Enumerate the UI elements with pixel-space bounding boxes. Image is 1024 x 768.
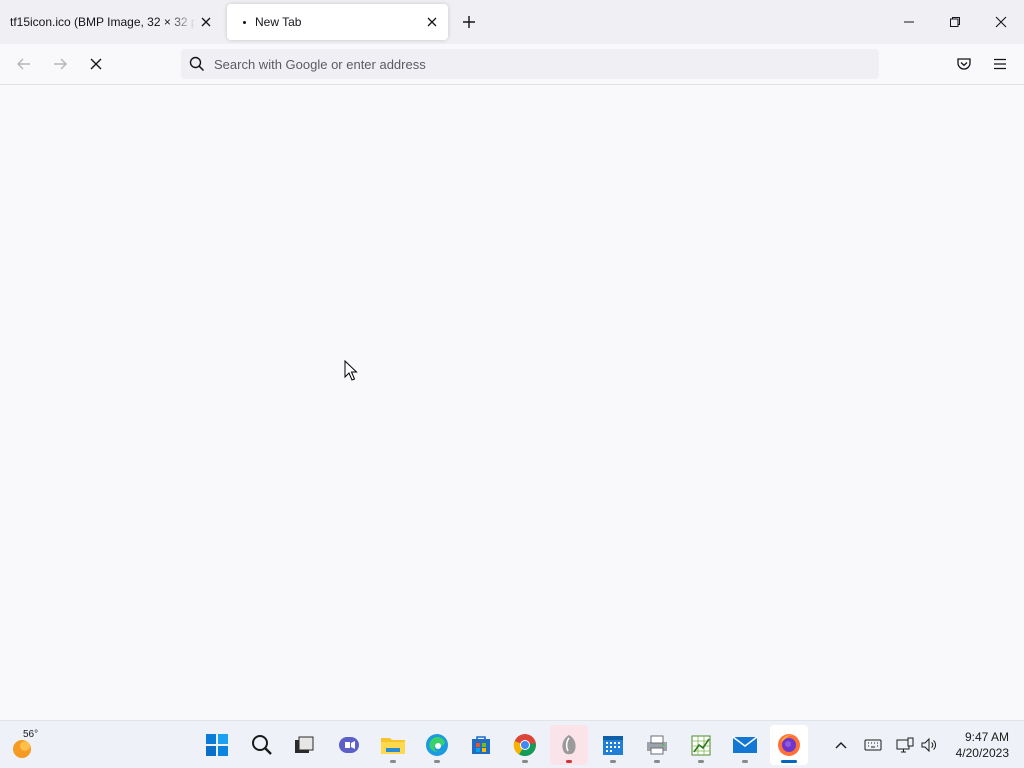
loading-dot-icon — [243, 20, 246, 24]
running-indicator — [610, 760, 616, 763]
taskbar: 56° 9:47 AM 4/20/2023 — [0, 720, 1024, 768]
teams-chat-icon — [339, 737, 359, 753]
stop-loading-button[interactable] — [82, 50, 110, 78]
tab-tf15icon[interactable]: tf15icon.ico (BMP Image, 32 × 32 pixels) — [0, 4, 222, 40]
task-view-icon — [295, 736, 314, 753]
close-window-button[interactable] — [978, 0, 1024, 44]
system-clock[interactable]: 9:47 AM 4/20/2023 — [956, 729, 1009, 761]
chrome-icon — [513, 734, 536, 757]
minimize-icon — [904, 21, 914, 23]
printer-button[interactable] — [638, 725, 676, 765]
sun-weather-icon — [13, 740, 31, 758]
forward-arrow-icon — [54, 58, 67, 70]
close-tab-icon[interactable] — [196, 12, 216, 32]
weather-widget[interactable]: 56° — [8, 727, 48, 763]
close-tab-icon[interactable] — [422, 12, 442, 32]
volume-tray-button[interactable] — [917, 733, 941, 757]
keyboard-icon — [864, 739, 882, 751]
inkscape-button[interactable] — [550, 725, 588, 765]
mail-icon — [732, 736, 758, 753]
store-icon — [472, 736, 490, 754]
running-indicator — [434, 760, 440, 763]
pocket-icon — [957, 58, 971, 70]
app-menu-button[interactable] — [986, 50, 1014, 78]
pocket-button[interactable] — [950, 50, 978, 78]
tab-new-tab[interactable]: New Tab — [227, 4, 448, 40]
minimize-button[interactable] — [886, 0, 932, 44]
chevron-up-icon — [835, 742, 847, 749]
calendar-icon — [603, 736, 623, 755]
clock-date: 4/20/2023 — [955, 746, 1009, 760]
task-view-button[interactable] — [285, 725, 323, 765]
url-input[interactable] — [214, 56, 814, 72]
firefox-button[interactable] — [770, 725, 808, 765]
network-tray-button[interactable] — [893, 733, 917, 757]
weather-temperature: 56° — [23, 729, 39, 740]
taskbar-search-button[interactable] — [243, 725, 281, 765]
page-content — [0, 85, 1024, 720]
spreadsheet-button[interactable] — [682, 725, 720, 765]
tab-strip: tf15icon.ico (BMP Image, 32 × 32 pixels)… — [0, 0, 1024, 44]
mail-button[interactable] — [726, 725, 764, 765]
back-button[interactable] — [10, 50, 38, 78]
teams-chat-button[interactable] — [330, 725, 368, 765]
inkscape-icon — [562, 735, 576, 755]
close-icon — [995, 16, 1007, 28]
back-arrow-icon — [17, 58, 30, 70]
edge-icon — [426, 734, 448, 756]
tab-title: New Tab — [255, 15, 302, 29]
mouse-cursor-icon — [344, 360, 358, 381]
restore-icon — [950, 17, 960, 27]
folder-icon — [381, 738, 405, 754]
running-indicator — [522, 760, 528, 763]
forward-button[interactable] — [46, 50, 74, 78]
printer-icon — [647, 735, 667, 755]
running-indicator — [654, 760, 660, 763]
clock-time: 9:47 AM — [964, 730, 1009, 744]
hamburger-menu-icon — [994, 58, 1006, 70]
running-indicator — [742, 760, 748, 763]
running-indicator — [566, 760, 572, 763]
stop-icon — [90, 58, 102, 70]
network-icon — [896, 737, 914, 753]
edge-button[interactable] — [418, 725, 456, 765]
plus-icon — [463, 16, 475, 28]
chrome-button[interactable] — [506, 725, 544, 765]
speaker-icon — [921, 737, 936, 753]
running-indicator — [781, 760, 797, 763]
store-button[interactable] — [462, 725, 500, 765]
file-explorer-button[interactable] — [374, 725, 412, 765]
start-button[interactable] — [198, 725, 236, 765]
spreadsheet-icon — [691, 735, 711, 756]
restore-button[interactable] — [932, 0, 978, 44]
show-hidden-icons-button[interactable] — [829, 733, 853, 757]
running-indicator — [390, 760, 396, 763]
calendar-button[interactable] — [594, 725, 632, 765]
navigation-toolbar — [0, 44, 1024, 85]
new-tab-button[interactable] — [458, 11, 480, 33]
search-icon — [189, 56, 205, 72]
running-indicator — [698, 760, 704, 763]
tab-title: tf15icon.ico (BMP Image, 32 × 32 pixels) — [10, 15, 196, 29]
windows-start-icon — [206, 734, 228, 756]
keyboard-tray-button[interactable] — [861, 733, 885, 757]
search-icon — [252, 735, 272, 755]
address-bar[interactable] — [181, 49, 879, 79]
firefox-icon — [778, 734, 800, 756]
